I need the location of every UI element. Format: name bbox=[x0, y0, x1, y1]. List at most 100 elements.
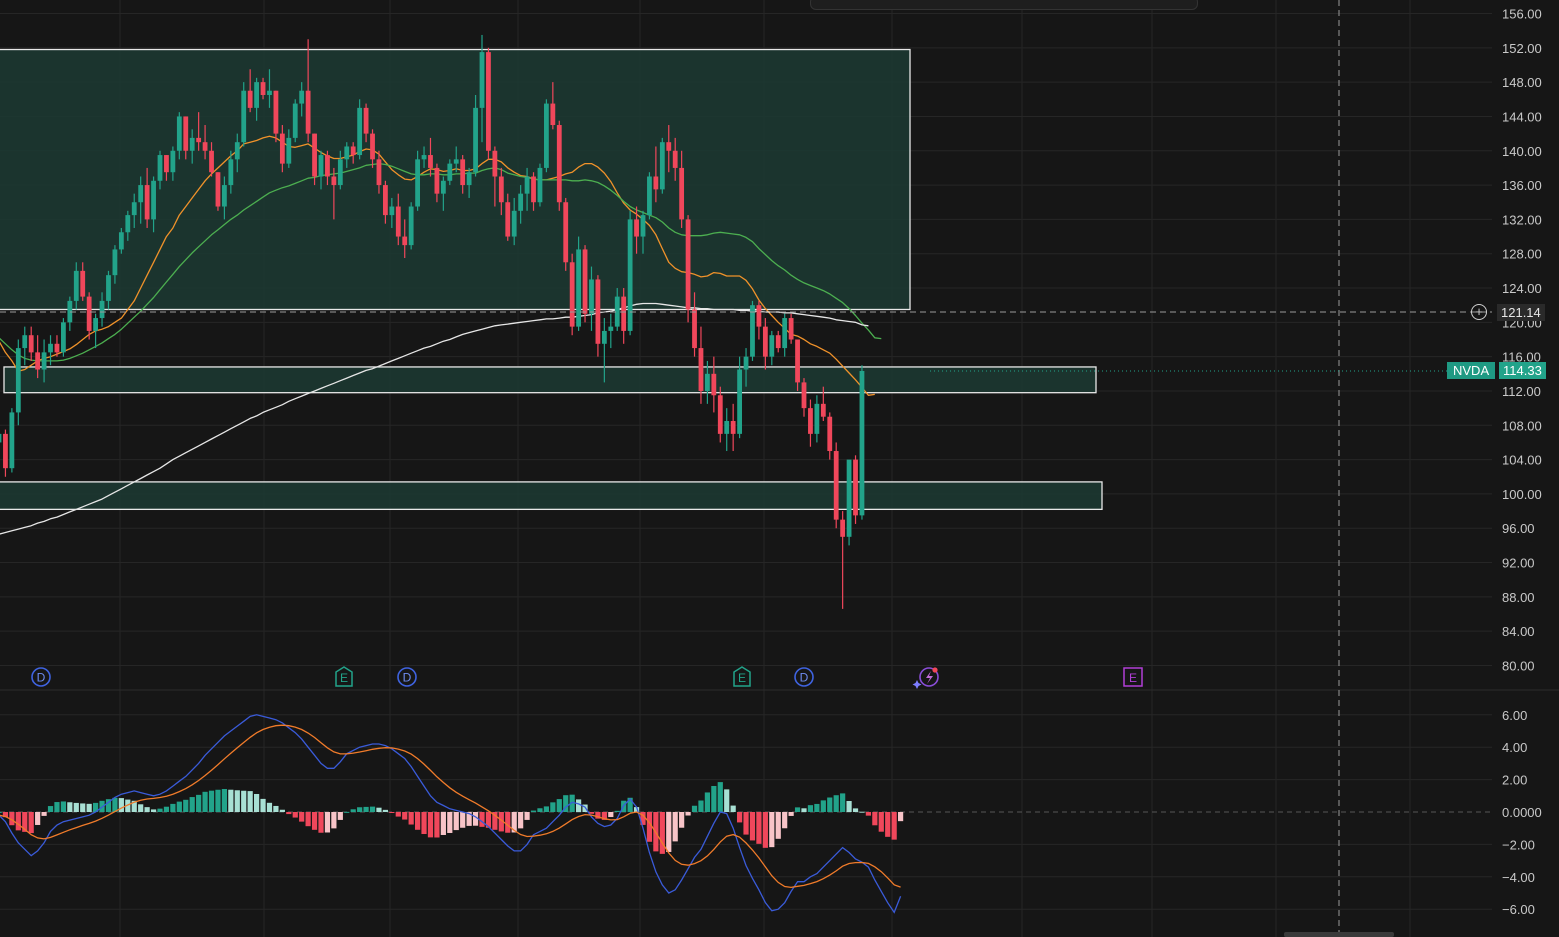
macd-histogram-bar bbox=[157, 808, 163, 812]
macd-histogram-bar bbox=[408, 812, 414, 825]
macd-histogram-bar bbox=[305, 812, 311, 827]
candle-body bbox=[325, 155, 330, 177]
macd-histogram-bar bbox=[801, 808, 807, 812]
candle bbox=[408, 202, 414, 250]
dividend-marker[interactable]: D bbox=[31, 667, 51, 687]
candle bbox=[0, 433, 2, 443]
candle bbox=[67, 296, 73, 331]
candle bbox=[769, 330, 775, 366]
candle bbox=[659, 137, 665, 194]
macd-histogram-bar bbox=[344, 811, 350, 813]
plus-circle-icon[interactable]: + bbox=[1471, 304, 1487, 320]
candle-body bbox=[724, 421, 730, 434]
candle bbox=[608, 313, 614, 349]
candle bbox=[582, 245, 588, 323]
candle-body bbox=[814, 403, 820, 434]
candle bbox=[569, 253, 575, 336]
candle bbox=[15, 339, 21, 426]
dividend-marker[interactable]: D bbox=[794, 667, 814, 687]
candle-body bbox=[273, 90, 279, 134]
macd-histogram-bar bbox=[608, 812, 614, 818]
candle-body bbox=[112, 249, 118, 276]
candle-body bbox=[846, 459, 852, 537]
macd-histogram-bar bbox=[318, 812, 324, 833]
candle-body bbox=[144, 185, 150, 220]
candle bbox=[846, 459, 852, 546]
macd-histogram-bar bbox=[292, 812, 298, 818]
candle-body bbox=[473, 107, 478, 173]
candle-body bbox=[859, 370, 865, 516]
candle-body bbox=[183, 116, 189, 151]
price-chart[interactable]: 156.00 152.00 148.00 144.00 140.00 136.00 132.… bbox=[0, 0, 1559, 937]
macd-histogram-bar bbox=[885, 812, 891, 837]
macd-histogram-bar bbox=[221, 789, 227, 812]
candle-body bbox=[750, 305, 755, 357]
candle-body bbox=[9, 412, 15, 469]
price-tick-label: 88.00 bbox=[1502, 590, 1535, 605]
macd-histogram-bar bbox=[369, 806, 376, 812]
candle-body bbox=[299, 90, 305, 104]
macd-histogram-bar bbox=[0, 812, 2, 813]
price-tick-label: 96.00 bbox=[1502, 521, 1535, 536]
candle-body bbox=[61, 322, 66, 353]
dividend-marker[interactable]: D bbox=[397, 667, 417, 687]
candle bbox=[86, 292, 92, 340]
macd-histogram-bar bbox=[189, 797, 195, 812]
candle-body bbox=[260, 82, 266, 95]
price-tick-label: 108.00 bbox=[1502, 418, 1542, 433]
candle-body bbox=[511, 210, 517, 237]
candle bbox=[814, 395, 820, 443]
candle-body bbox=[788, 318, 794, 340]
candle-body bbox=[498, 176, 504, 203]
candle-body bbox=[222, 185, 227, 207]
macd-histogram-bar bbox=[395, 812, 401, 817]
macd-histogram-bar bbox=[576, 799, 582, 812]
candle-body bbox=[312, 133, 317, 177]
upcoming-earnings-marker[interactable]: E bbox=[1123, 667, 1143, 687]
macd-histogram-bar bbox=[234, 790, 240, 812]
candle-body bbox=[389, 206, 395, 216]
price-tick-label: 128.00 bbox=[1502, 247, 1542, 262]
candle bbox=[859, 365, 865, 520]
candle-body bbox=[653, 176, 659, 190]
candle-body bbox=[357, 107, 363, 156]
candle-body bbox=[486, 52, 491, 151]
macd-histogram-bar bbox=[749, 812, 756, 841]
candle bbox=[750, 300, 755, 361]
news-flash-marker[interactable] bbox=[912, 667, 939, 689]
top-toolbar[interactable] bbox=[810, 0, 1198, 10]
candle bbox=[292, 99, 298, 143]
candle-body bbox=[672, 150, 678, 168]
candle-body bbox=[531, 176, 536, 203]
macd-histogram-bar bbox=[196, 794, 202, 812]
candle-body bbox=[608, 326, 614, 331]
macd-histogram-bar bbox=[202, 791, 208, 812]
macd-histogram-bar bbox=[80, 803, 86, 812]
candle-body bbox=[421, 155, 427, 160]
candle-body bbox=[196, 137, 202, 143]
candle-body bbox=[795, 339, 800, 383]
candle-body bbox=[833, 451, 839, 520]
candle bbox=[576, 236, 581, 331]
macd-histogram-bar bbox=[788, 812, 794, 816]
candle-body bbox=[86, 296, 92, 331]
candle-body bbox=[698, 348, 704, 391]
candle-body bbox=[550, 103, 556, 126]
macd-tick-label: −4.00 bbox=[1502, 870, 1535, 885]
candle-body bbox=[692, 309, 697, 349]
candle bbox=[537, 163, 543, 207]
price-tick-label: 156.00 bbox=[1502, 7, 1542, 22]
macd-axis[interactable]: 6.00 4.00 2.00 0.0000 −2.00 −4.00 −6.00 bbox=[1502, 708, 1542, 917]
candle-body bbox=[215, 172, 221, 207]
time-scroll-handle[interactable] bbox=[1284, 932, 1394, 937]
price-axis[interactable]: 156.00 152.00 148.00 144.00 140.00 136.00 132.… bbox=[1502, 7, 1542, 674]
earnings-marker[interactable]: E bbox=[335, 666, 353, 687]
price-tick-label: 140.00 bbox=[1502, 144, 1542, 159]
candle-body bbox=[640, 215, 646, 237]
earnings-marker[interactable]: E bbox=[733, 666, 751, 687]
candle bbox=[28, 326, 34, 361]
macd-histogram-bar bbox=[827, 797, 833, 812]
candle-body bbox=[589, 279, 594, 314]
candle-body bbox=[524, 176, 530, 194]
macd-histogram-bar bbox=[73, 802, 79, 812]
